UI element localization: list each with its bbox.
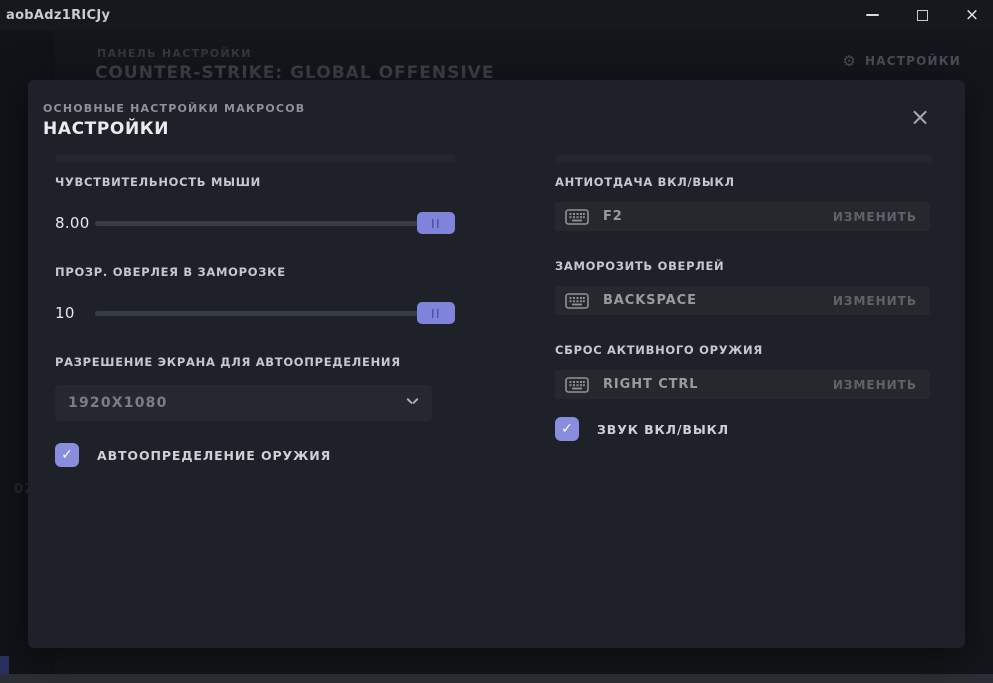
- sound-label: ЗВУК ВКЛ/ВЫКЛ: [597, 422, 729, 437]
- hotkey-row: F2 ИЗМЕНИТЬ: [555, 202, 930, 231]
- checkmark-icon: ✓: [561, 421, 573, 437]
- hotkey-key-value: RIGHT CTRL: [603, 377, 833, 392]
- auto-detect-label: АВТООПРЕДЕЛЕНИЕ ОРУЖИЯ: [97, 448, 331, 463]
- window-controls: ×: [861, 0, 983, 30]
- app-window: aobAdz1RICJy × 02 ПАНЕЛЬ НАСТРОЙКИ COUNT…: [0, 0, 993, 683]
- hotkey-key-value: BACKSPACE: [603, 293, 833, 308]
- overlay-opacity-slider-row: 10: [55, 301, 455, 325]
- sound-checkbox-row[interactable]: ✓ ЗВУК ВКЛ/ВЫКЛ: [555, 417, 930, 441]
- modal-close-button[interactable]: ×: [907, 104, 933, 130]
- resolution-selected-value: 1920X1080: [68, 395, 406, 411]
- sensitivity-label: ЧУВСТВИТЕЛЬНОСТЬ МЫШИ: [55, 175, 455, 189]
- settings-button[interactable]: ⚙ НАСТРОЙКИ: [842, 52, 961, 70]
- close-icon: ×: [910, 105, 930, 129]
- sensitivity-slider[interactable]: [95, 221, 453, 226]
- left-panel-edge: [55, 154, 455, 163]
- close-icon: ×: [965, 7, 979, 24]
- resolution-dropdown[interactable]: 1920X1080: [55, 385, 432, 421]
- sound-checkbox[interactable]: ✓: [555, 417, 579, 441]
- keyboard-icon: [565, 377, 589, 393]
- hotkey-label: СБРОС АКТИВНОГО ОРУЖИЯ: [555, 343, 930, 357]
- keyboard-icon: [565, 209, 589, 225]
- title-bar: aobAdz1RICJy ×: [0, 0, 993, 30]
- maximize-icon: [917, 10, 928, 21]
- keyboard-icon: [565, 293, 589, 309]
- resolution-label: РАЗРЕШЕНИЕ ЭКРАНА ДЛЯ АВТООПРЕДЕЛЕНИЯ: [55, 355, 455, 369]
- auto-detect-checkbox-row[interactable]: ✓ АВТООПРЕДЕЛЕНИЕ ОРУЖИЯ: [55, 443, 455, 467]
- corner-accent: [0, 656, 9, 674]
- bottom-bar: [0, 674, 993, 683]
- sensitivity-slider-row: 8.00: [55, 211, 455, 235]
- overlay-opacity-value: 10: [55, 304, 95, 322]
- hotkey-label: ЗАМОРОЗИТЬ ОВЕРЛЕЙ: [555, 259, 930, 273]
- right-column: АНТИОТДАЧА ВКЛ/ВЫКЛ F2 ИЗМЕНИТЬ ЗАМОРОЗИ…: [555, 175, 930, 441]
- gear-icon: ⚙: [842, 52, 857, 70]
- modal-title: НАСТРОЙКИ: [43, 119, 169, 139]
- maximize-button[interactable]: [911, 4, 933, 26]
- window-title: aobAdz1RICJy: [0, 8, 110, 23]
- background-panel-label: ПАНЕЛЬ НАСТРОЙКИ: [97, 47, 252, 60]
- settings-modal: ОСНОВНЫЕ НАСТРОЙКИ МАКРОСОВ НАСТРОЙКИ × …: [28, 80, 965, 648]
- checkmark-icon: ✓: [61, 447, 73, 463]
- change-hotkey-button[interactable]: ИЗМЕНИТЬ: [833, 378, 917, 392]
- sensitivity-slider-handle[interactable]: [417, 212, 455, 234]
- chevron-down-icon: [406, 398, 416, 408]
- overlay-opacity-slider-handle[interactable]: [417, 302, 455, 324]
- overlay-opacity-label: ПРОЗР. ОВЕРЛЕЯ В ЗАМОРОЗКЕ: [55, 265, 455, 279]
- right-panel-edge: [555, 154, 933, 163]
- sensitivity-value: 8.00: [55, 214, 95, 232]
- hotkey-row: BACKSPACE ИЗМЕНИТЬ: [555, 286, 930, 315]
- change-hotkey-button[interactable]: ИЗМЕНИТЬ: [833, 210, 917, 224]
- change-hotkey-button[interactable]: ИЗМЕНИТЬ: [833, 294, 917, 308]
- overlay-opacity-slider[interactable]: [95, 311, 453, 316]
- minimize-button[interactable]: [861, 4, 883, 26]
- hotkey-row: RIGHT CTRL ИЗМЕНИТЬ: [555, 370, 930, 399]
- modal-eyebrow: ОСНОВНЫЕ НАСТРОЙКИ МАКРОСОВ: [43, 102, 305, 115]
- settings-button-label: НАСТРОЙКИ: [865, 54, 961, 68]
- auto-detect-checkbox[interactable]: ✓: [55, 443, 79, 467]
- left-column: ЧУВСТВИТЕЛЬНОСТЬ МЫШИ 8.00 ПРОЗР. ОВЕРЛЕ…: [55, 175, 455, 467]
- close-window-button[interactable]: ×: [961, 4, 983, 26]
- hotkey-key-value: F2: [603, 209, 833, 224]
- minimize-icon: [866, 14, 879, 16]
- hotkey-label: АНТИОТДАЧА ВКЛ/ВЫКЛ: [555, 175, 930, 189]
